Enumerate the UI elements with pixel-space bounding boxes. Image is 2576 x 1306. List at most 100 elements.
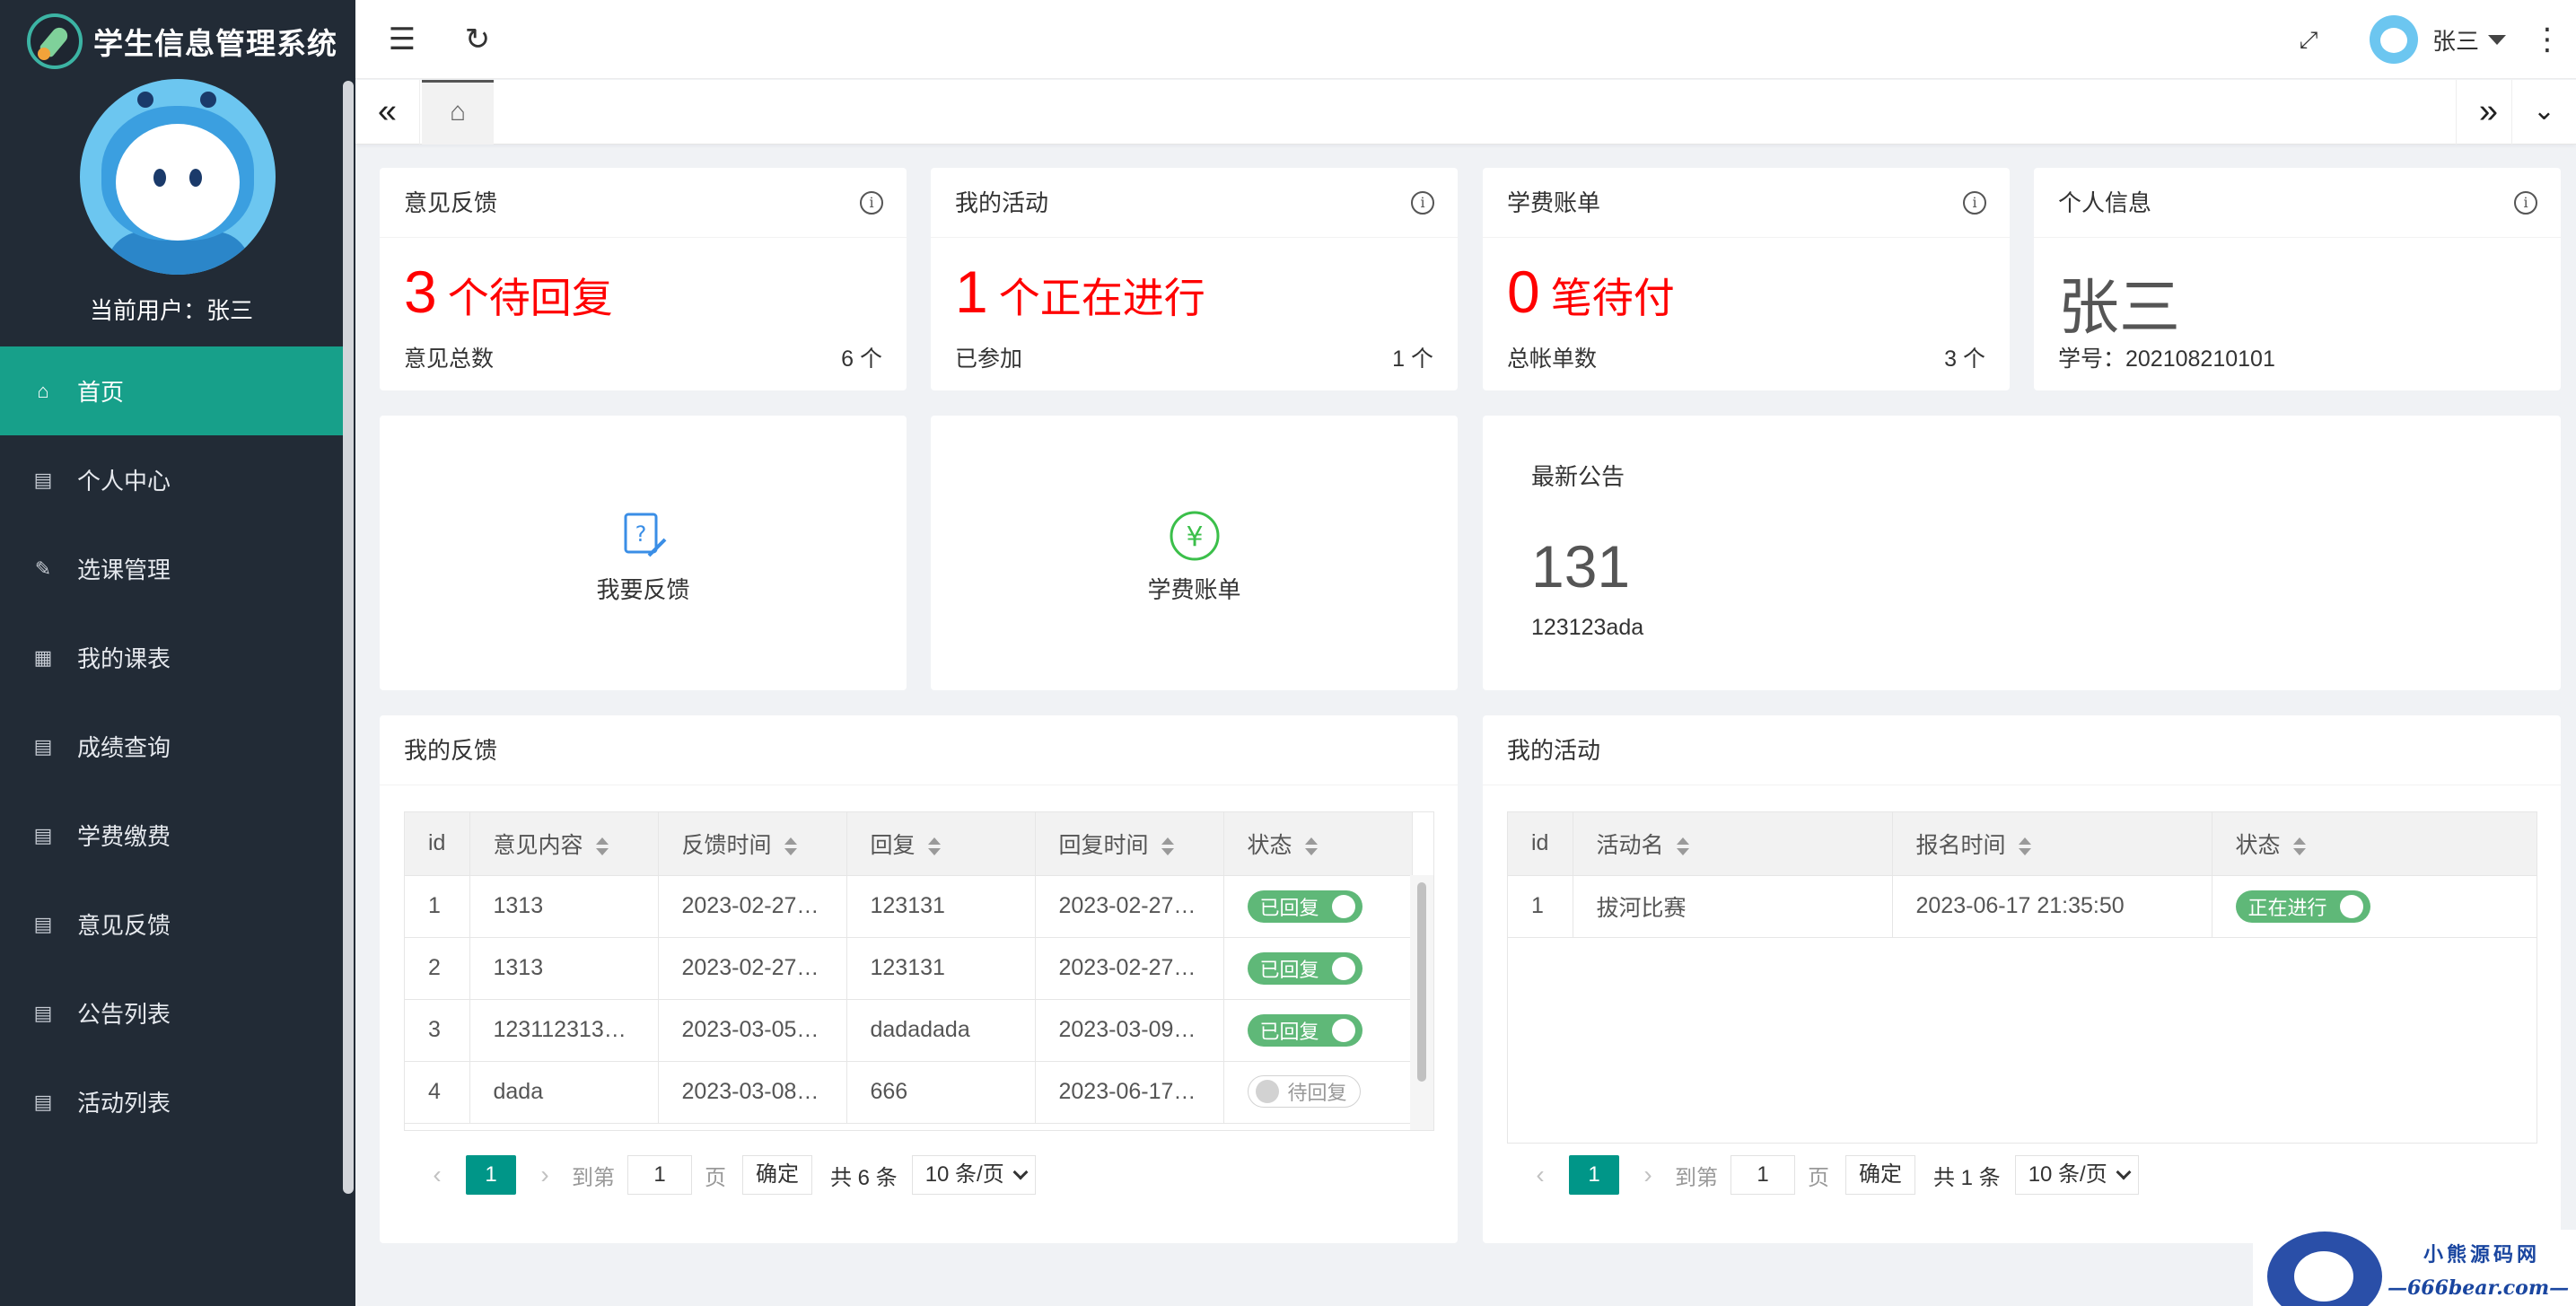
column-header-id[interactable]: id [1508, 812, 1573, 876]
column-header-status[interactable]: 状态 [2212, 812, 2537, 876]
column-header-reply[interactable]: 回复 [846, 812, 1036, 876]
watermark: 小熊源码网 —666bear.com— [2253, 1230, 2576, 1306]
info-icon[interactable]: i [2514, 191, 2537, 215]
notice-number[interactable]: 131 [1531, 532, 1630, 600]
feedback-edit-icon: ? [624, 513, 666, 557]
sort-icon[interactable] [784, 837, 797, 856]
sort-icon[interactable] [1161, 837, 1174, 856]
page-jump-input[interactable]: 1 [627, 1155, 692, 1195]
my-feedback-card: 我的反馈 id 意见内容 反馈时间 回复 回复时间 状态 1 1313 2023… [380, 715, 1458, 1243]
sort-icon[interactable] [2292, 837, 2306, 856]
prev-page-icon[interactable]: ‹ [419, 1161, 455, 1189]
refresh-icon[interactable]: ↻ [458, 20, 497, 59]
cell-status: 待回复 [1223, 1061, 1413, 1124]
next-page-icon[interactable]: › [1630, 1161, 1666, 1189]
confirm-button[interactable]: 确定 [1845, 1155, 1915, 1195]
cell-id: 1 [405, 875, 470, 938]
cell-status: 已回复 [1223, 875, 1413, 938]
home-icon: ⌂ [37, 379, 49, 402]
cell-status: 已回复 [1223, 937, 1413, 1000]
svg-text:¥: ¥ [1186, 522, 1203, 553]
stat-number: 1 [955, 259, 988, 325]
notice-title: 最新公告 [1531, 463, 1625, 490]
student-number: 学号：202108210101 [2058, 346, 2275, 372]
stat-value: 3 个 [1944, 346, 1985, 372]
page-jump-input[interactable]: 1 [1730, 1155, 1795, 1195]
page-size-select[interactable]: 10 条/页 [911, 1155, 1036, 1195]
column-header-activity-name[interactable]: 活动名 [1573, 812, 1893, 876]
table-icon: ▤ [33, 823, 53, 846]
cell-signup-time: 2023-06-17 21:35:50 [1892, 875, 2212, 938]
submit-feedback-card[interactable]: ? 我要反馈 [380, 416, 907, 690]
column-header-time[interactable]: 反馈时间 [658, 812, 847, 876]
submit-feedback-label: 我要反馈 [596, 576, 690, 603]
status-switch[interactable]: 待回复 [1247, 1074, 1361, 1108]
fullscreen-icon[interactable]: ⤢ [2289, 20, 2328, 59]
sort-icon[interactable] [1676, 837, 1689, 856]
tuition-bill-card[interactable]: ¥ 学费账单 [931, 416, 1458, 690]
stat-text: 笔待付 [1550, 275, 1675, 321]
sort-icon[interactable] [927, 837, 941, 856]
collapse-menu-icon[interactable]: ☰ [382, 20, 422, 59]
sidebar-item-notices[interactable]: ▤ 公告列表 [0, 969, 343, 1057]
stat-number: 0 [1507, 259, 1540, 325]
more-vertical-icon[interactable]: ⋮ [2528, 20, 2567, 59]
column-header-id[interactable]: id [405, 812, 470, 876]
user-menu[interactable]: 张三 [2369, 13, 2506, 66]
sidebar-item-profile[interactable]: ▤ 个人中心 [0, 435, 343, 524]
page-current[interactable]: 1 [466, 1155, 516, 1195]
column-header-content[interactable]: 意见内容 [469, 812, 659, 876]
status-switch[interactable]: 已回复 [1247, 890, 1362, 923]
column-header-signup-time[interactable]: 报名时间 [1892, 812, 2212, 876]
sidebar-item-label: 选课管理 [77, 557, 171, 583]
column-header-status[interactable]: 状态 [1223, 812, 1413, 876]
edit-icon: ✎ [34, 557, 52, 580]
table-row[interactable]: 2 1313 2023-02-27… 123131 2023-02-27… 已回… [405, 937, 1413, 1000]
sidebar-item-label: 个人中心 [77, 468, 171, 495]
status-switch[interactable]: 正在进行 [2235, 890, 2370, 923]
table-row[interactable]: 3 123112313… 2023-03-05… dadadada 2023-0… [405, 999, 1413, 1062]
page-size-select[interactable]: 10 条/页 [2014, 1155, 2139, 1195]
info-icon[interactable]: i [1411, 191, 1434, 215]
sort-icon[interactable] [2018, 837, 2031, 856]
feedback-pagination: ‹ 1 › 到第 1 页 确定 共 6 条 10 条/页 [419, 1155, 1036, 1195]
column-header-reply-time[interactable]: 回复时间 [1035, 812, 1224, 876]
app-title: 学生信息管理系统 [93, 27, 337, 60]
sort-icon[interactable] [595, 837, 609, 856]
tabs-scroll-left-icon[interactable]: « [355, 80, 420, 145]
status-switch[interactable]: 已回复 [1247, 951, 1362, 985]
card-title: 意见反馈 [380, 168, 907, 238]
tab-home[interactable]: ⌂ [422, 80, 494, 145]
sidebar-item-course-selection[interactable]: ✎ 选课管理 [0, 524, 343, 613]
table-icon: ▤ [33, 1090, 53, 1113]
sidebar-item-tuition[interactable]: ▤ 学费缴费 [0, 791, 343, 880]
info-icon[interactable]: i [1963, 191, 1986, 215]
stat-highlight: 3 个待回复 [404, 258, 613, 326]
notice-text[interactable]: 123123ada [1531, 615, 1643, 641]
logo: 学生信息管理系统 [27, 13, 337, 70]
status-switch[interactable]: 已回复 [1247, 1013, 1362, 1047]
table-row[interactable]: 1 拔河比赛 2023-06-17 21:35:50 正在进行 [1508, 875, 2537, 938]
page-current[interactable]: 1 [1569, 1155, 1619, 1195]
table-row[interactable]: 4 dada 2023-03-08… 666 2023-06-17… 待回复 [405, 1061, 1413, 1124]
sidebar-item-schedule[interactable]: ▦ 我的课表 [0, 613, 343, 702]
sidebar-item-activities[interactable]: ▤ 活动列表 [0, 1057, 343, 1146]
confirm-button[interactable]: 确定 [742, 1155, 812, 1195]
feedback-table: id 意见内容 反馈时间 回复 回复时间 状态 1 1313 2023-02-2… [404, 811, 1434, 1131]
cell-status: 已回复 [1223, 999, 1413, 1062]
info-icon[interactable]: i [860, 191, 883, 215]
sidebar-item-grades[interactable]: ▤ 成绩查询 [0, 702, 343, 791]
next-page-icon[interactable]: › [527, 1161, 563, 1189]
prev-page-icon[interactable]: ‹ [1522, 1161, 1558, 1189]
sidebar-item-label: 活动列表 [77, 1090, 171, 1117]
tabs-dropdown-icon[interactable]: ⌄ [2511, 80, 2576, 145]
sidebar-scrollbar[interactable] [343, 81, 354, 1194]
sidebar-item-label: 公告列表 [77, 1001, 171, 1028]
sort-icon[interactable] [1304, 837, 1318, 856]
table-row[interactable]: 1 1313 2023-02-27… 123131 2023-02-27… 已回… [405, 875, 1413, 938]
sidebar-item-home[interactable]: ⌂ 首页 [0, 346, 343, 435]
goto-label: 到第 [572, 1165, 615, 1190]
goto-label: 到第 [1675, 1165, 1718, 1190]
sidebar-item-feedback[interactable]: ▤ 意见反馈 [0, 880, 343, 969]
table-scrollbar[interactable] [1410, 875, 1433, 1130]
